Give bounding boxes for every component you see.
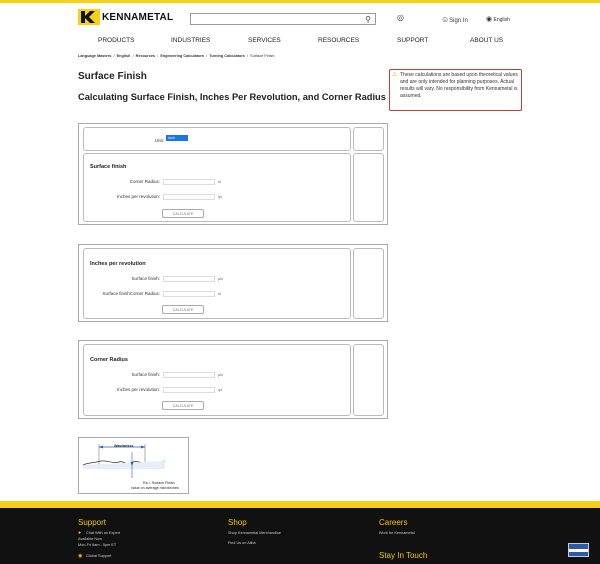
breadcrumb-item[interactable]: English (117, 54, 131, 58)
search-input[interactable]: ⚲ (190, 13, 376, 25)
ipr-label: Inches per revolution: (116, 194, 160, 199)
unit-label: Unit: (154, 138, 164, 143)
section-title: Surface finish (90, 164, 127, 170)
top-accent-bar (0, 0, 600, 3)
footer-shop-link[interactable]: Find Us on Alibá (228, 541, 256, 546)
ipr-input[interactable] (163, 194, 215, 200)
footer-global-support[interactable]: Global Support (86, 554, 111, 559)
footer-careers-heading: Careers (379, 518, 408, 527)
breadcrumb-current: Surface Finish (250, 54, 275, 58)
unit-text: ipr (218, 195, 223, 199)
surface-finish-diagram: Wavinesss Ra = Surface Finish value on a… (78, 437, 189, 494)
calculate-button[interactable]: CALCULATE (162, 401, 204, 410)
corner-radius-input[interactable] (163, 291, 215, 297)
globe-site-icon[interactable]: ◎ (397, 13, 404, 22)
unit-text: in (218, 180, 221, 184)
unit-select[interactable]: inch (166, 135, 188, 141)
breadcrumb-item[interactable]: Turning Calculators (209, 54, 245, 58)
language-selector[interactable]: ◉ English (486, 15, 510, 23)
ipr-calculator: Inches per revolution Surface finish: μi… (78, 244, 388, 322)
surface-finish-input[interactable] (163, 276, 215, 282)
surface-finish-label: Surface finish: (131, 372, 160, 377)
footer-support-heading: Support (78, 518, 107, 527)
corner-radius-label: Corner Radius: (129, 179, 160, 184)
breadcrumb: Language Masters / English / Resources /… (78, 54, 275, 58)
diagram-caption-2: value on average microinches (131, 486, 179, 490)
nav-industries[interactable]: INDUSTRIES (171, 37, 210, 44)
ipr-input[interactable] (163, 387, 215, 393)
side-panel (353, 248, 384, 319)
corner-radius-label: Surface finishCorner Radius: (102, 291, 160, 296)
globe-icon: ◉ (486, 16, 493, 23)
search-icon[interactable]: ⚲ (365, 15, 371, 24)
nav-about-us[interactable]: ABOUT US (470, 37, 503, 44)
diagram-top-label: Wavinesss (114, 444, 134, 448)
section-title: Corner Radius (90, 357, 128, 363)
nav-products[interactable]: PRODUCTS (98, 37, 134, 44)
diagram-caption-1: Ra = Surface Finish (143, 481, 175, 485)
footer-shop-heading: Shop (228, 518, 247, 527)
nav-resources[interactable]: RESOURCES (318, 37, 359, 44)
breadcrumb-item[interactable]: Engineering Calculators (160, 54, 204, 58)
disclaimer-text: These calculations are based upon theore… (400, 72, 518, 99)
breadcrumb-item[interactable]: Language Masters (78, 54, 111, 58)
country-flag-icon[interactable] (568, 543, 589, 557)
breadcrumb-item[interactable]: Resources (136, 54, 155, 58)
logo-text: KENNAMETAL (102, 11, 174, 23)
page-title: Surface Finish (78, 71, 147, 82)
unit-panel: Unit: inch (83, 127, 351, 151)
unit-text: ipr (218, 388, 223, 392)
footer-hours: Mon-Fri 8am - 5pm ET (78, 543, 117, 547)
side-panel (353, 127, 384, 151)
globe-icon: ◉ (78, 553, 83, 559)
footer-available: Available Now (78, 537, 102, 541)
kennametal-logo[interactable]: KENNAMETAL (78, 9, 173, 25)
side-panel (353, 344, 384, 416)
surface-finish-input[interactable] (163, 372, 215, 378)
sign-in-link[interactable]: ☺Sign In (441, 15, 468, 24)
site-footer: Support ● Chat With an Expert Available … (0, 508, 600, 564)
main-nav: PRODUCTS INDUSTRIES SERVICES RESOURCES S… (0, 37, 600, 47)
unit-text: in (218, 292, 221, 296)
nav-services[interactable]: SERVICES (248, 37, 281, 44)
section-title: Inches per revolution (90, 261, 146, 267)
surface-finish-label: Surface finish: (131, 276, 160, 281)
disclaimer-notice: ⚠ These calculations are based upon theo… (389, 69, 522, 111)
calculate-button[interactable]: CALCULATE (162, 209, 204, 218)
corner-radius-calculator: Corner Radius Surface finish: μin Inches… (78, 340, 388, 419)
nav-support[interactable]: SUPPORT (397, 37, 428, 44)
page-subtitle: Calculating Surface Finish, Inches Per R… (78, 92, 386, 102)
footer-careers-link[interactable]: Work for Kennametal (379, 531, 415, 536)
chat-icon: ● (78, 530, 82, 536)
footer-shop-link[interactable]: Shop Kennametal Merchandise (228, 531, 281, 536)
user-icon: ☺ (441, 15, 450, 24)
corner-radius-input[interactable] (163, 179, 215, 185)
calculator-form: Inches per revolution Surface finish: μi… (83, 248, 351, 319)
warning-icon: ⚠ (392, 72, 398, 78)
footer-chat-link[interactable]: Chat With an Expert (86, 531, 120, 536)
unit-text: μin (218, 277, 224, 281)
calculator-form: Corner Radius Surface finish: μin Inches… (83, 344, 351, 416)
calculate-button[interactable]: CALCULATE (162, 305, 204, 314)
surface-finish-calculator: Unit: inch Surface finish Corner Radius:… (78, 123, 388, 225)
language-label: English (493, 17, 510, 23)
footer-stay-in-touch: Stay In Touch (379, 551, 428, 560)
kennametal-k-icon (78, 9, 100, 25)
side-panel (353, 153, 384, 222)
sign-in-label: Sign In (449, 18, 468, 24)
ipr-label: Inches per revolution: (116, 387, 160, 392)
footer-accent-bar (0, 501, 600, 508)
calculator-form: Surface finish Corner Radius: in Inches … (83, 153, 351, 222)
unit-text: μin (218, 373, 224, 377)
